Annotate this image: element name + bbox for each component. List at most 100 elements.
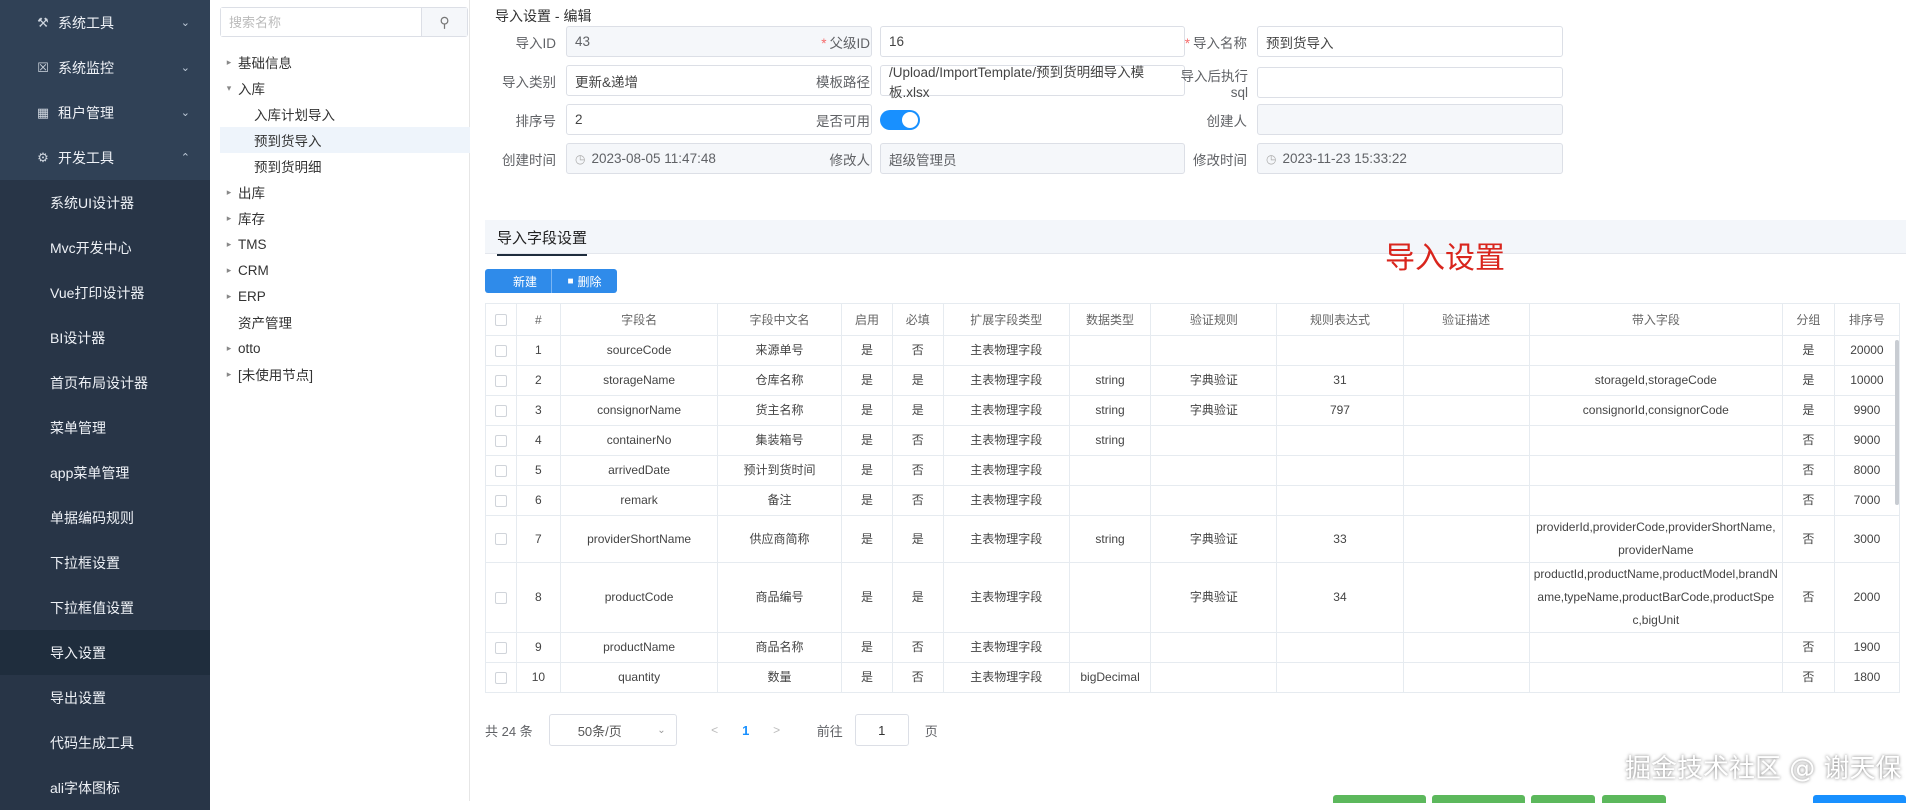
row-checkbox[interactable] — [494, 434, 507, 447]
import-name-field[interactable]: 预到货导入 — [1257, 26, 1563, 57]
column-header[interactable]: 带入字段 — [1528, 303, 1783, 336]
table-cell: 主表物理字段 — [942, 455, 1070, 486]
sidebar-item[interactable]: ⚙ 开发工具 ⌃ — [0, 135, 210, 180]
parent-id-field[interactable]: 16 — [880, 26, 1185, 57]
tree-node[interactable]: ▸ CRM — [220, 257, 470, 283]
sidebar-item[interactable]: BI设计器 — [0, 315, 210, 360]
column-header[interactable]: 字段中文名 — [716, 303, 843, 336]
table-row[interactable]: 5 arrivedDate 预计到货时间是否主表物理字段否 8000 — [485, 455, 1901, 486]
table-row[interactable]: 2 storageName 仓库名称是是主表物理字段 string 字典验证 31 stor… — [485, 365, 1901, 396]
row-checkbox[interactable] — [494, 344, 507, 357]
sidebar-item[interactable]: ☒ 系统监控 ⌄ — [0, 45, 210, 90]
prev-page-icon[interactable]: < — [705, 723, 725, 737]
tree-node-label: CRM — [238, 262, 269, 278]
table-row[interactable]: 10 quantity 数量是否主表物理字段 bigDecimal 否 1800 — [485, 662, 1901, 693]
sidebar-item[interactable]: 单据编码规则 — [0, 495, 210, 540]
footer-button[interactable] — [1333, 795, 1426, 803]
new-button[interactable]: 新建 — [485, 269, 551, 293]
sidebar-item[interactable]: Mvc开发中心 — [0, 225, 210, 270]
tree-node[interactable]: ▸ TMS — [220, 231, 470, 257]
tree-node[interactable]: ▸ [未使用节点] — [220, 361, 470, 387]
creator-field[interactable] — [1257, 104, 1563, 135]
enabled-switch[interactable] — [880, 109, 920, 130]
next-page-icon[interactable]: > — [767, 723, 787, 737]
sidebar-item[interactable]: 下拉框值设置 — [0, 585, 210, 630]
template-path-field[interactable]: /Upload/ImportTemplate/预到货明细导入模板.xlsx — [880, 65, 1185, 100]
footer-button[interactable] — [1813, 795, 1906, 803]
row-checkbox[interactable] — [494, 671, 507, 684]
row-checkbox[interactable] — [494, 641, 507, 654]
column-header[interactable]: 分组 — [1781, 303, 1835, 336]
tree-node[interactable]: ▸ 库存 — [220, 205, 470, 231]
table-cell: 主表物理字段 — [942, 562, 1070, 633]
table-row[interactable]: 9 productName 商品名称是否主表物理字段否 1900 — [485, 632, 1901, 663]
tree-node[interactable]: 预到货明细 — [220, 153, 470, 179]
row-checkbox[interactable] — [494, 374, 507, 387]
column-header[interactable]: 扩展字段类型 — [942, 303, 1070, 336]
column-header[interactable]: 数据类型 — [1068, 303, 1152, 336]
sidebar-item[interactable]: 代码生成工具 — [0, 720, 210, 765]
row-checkbox[interactable] — [494, 533, 507, 546]
tree-node[interactable]: 预到货导入 — [220, 127, 470, 153]
footer-button[interactable] — [1602, 795, 1666, 803]
table-row[interactable]: 8 productCode 商品编号是是主表物理字段 字典验证 34 productId,… — [485, 562, 1901, 633]
tree-node-label: 基础信息 — [238, 56, 292, 71]
sidebar-item[interactable]: app菜单管理 — [0, 450, 210, 495]
column-header[interactable]: # — [515, 303, 562, 336]
tree-node[interactable]: 入库计划导入 — [220, 101, 470, 127]
sidebar-item[interactable]: 导入设置 — [0, 630, 210, 675]
column-header[interactable]: 规则表达式 — [1276, 303, 1404, 336]
row-checkbox[interactable] — [494, 494, 507, 507]
sidebar-item[interactable]: 系统UI设计器 — [0, 180, 210, 225]
sidebar-item[interactable]: ali字体图标 — [0, 765, 210, 810]
sidebar-item[interactable]: ▦ 租户管理 ⌄ — [0, 90, 210, 135]
table-cell: 主表物理字段 — [942, 515, 1070, 563]
table-cell — [1150, 335, 1278, 366]
table-row[interactable]: 7 providerShortName 供应商简称是是主表物理字段 string 字典验… — [485, 515, 1901, 563]
sidebar-item[interactable]: Vue打印设计器 — [0, 270, 210, 315]
select-all-checkbox[interactable] — [494, 314, 507, 327]
footer-button[interactable] — [1531, 795, 1595, 803]
column-header[interactable]: 必填 — [891, 303, 944, 336]
column-header[interactable]: 启用 — [841, 303, 893, 336]
chevron-up-icon: ⌃ — [180, 152, 190, 164]
tree-node[interactable]: ▾ 入库 — [220, 75, 470, 101]
page-number-current[interactable]: 1 — [737, 723, 755, 738]
tree-node[interactable]: ▸ 基础信息 — [220, 49, 470, 75]
table-cell: 是 — [841, 365, 893, 396]
sidebar-item[interactable]: 导出设置 — [0, 675, 210, 720]
column-header[interactable]: 验证规则 — [1150, 303, 1278, 336]
sidebar-item[interactable]: 首页布局设计器 — [0, 360, 210, 405]
footer-button[interactable] — [1432, 795, 1525, 803]
after-sql-field[interactable] — [1257, 67, 1563, 98]
tree-node[interactable]: ▸ 出库 — [220, 179, 470, 205]
sidebar-item[interactable]: ⚒ 系统工具 ⌄ — [0, 0, 210, 45]
column-header[interactable]: 验证描述 — [1402, 303, 1530, 336]
row-checkbox[interactable] — [494, 591, 507, 604]
tree-node[interactable]: ▸ otto — [220, 335, 470, 361]
modified-time-field[interactable]: ◷ 2023-11-23 15:33:22 — [1257, 143, 1563, 174]
table-row[interactable]: 1 sourceCode 来源单号是否主表物理字段是 20000 — [485, 335, 1901, 366]
table-row[interactable]: 4 containerNo 集装箱号是否主表物理字段 string 否 9000 — [485, 425, 1901, 456]
page-size-select[interactable]: 50条/页 ⌄ — [548, 714, 677, 746]
sidebar-item[interactable]: 下拉框设置 — [0, 540, 210, 585]
row-checkbox[interactable] — [494, 404, 507, 417]
tree-search-input[interactable] — [221, 8, 421, 36]
tab-import-fields[interactable]: 导入字段设置 — [497, 227, 588, 256]
goto-page-input[interactable]: 1 — [854, 714, 909, 746]
column-header[interactable]: 字段名 — [560, 303, 718, 336]
table-scrollbar[interactable] — [1895, 340, 1899, 505]
table-row[interactable]: 3 consignorName 货主名称是是主表物理字段 string 字典验证 797 c… — [485, 395, 1901, 426]
tree-node[interactable]: ▸ ERP — [220, 283, 470, 309]
column-header[interactable]: 排序号 — [1833, 303, 1901, 336]
table-row[interactable]: 6 remark 备注是否主表物理字段否 7000 — [485, 485, 1901, 516]
sidebar-item[interactable]: 菜单管理 — [0, 405, 210, 450]
table-cell: 是 — [841, 515, 893, 563]
search-button[interactable]: ⚲ — [421, 8, 467, 36]
row-checkbox[interactable] — [494, 464, 507, 477]
modifier-field[interactable]: 超级管理员 — [880, 143, 1185, 174]
delete-button[interactable]: ■ 删除 — [551, 269, 617, 293]
table-cell — [1402, 485, 1530, 516]
tree-node[interactable]: 资产管理 — [220, 309, 470, 335]
table-cell: 字典验证 — [1150, 515, 1278, 563]
